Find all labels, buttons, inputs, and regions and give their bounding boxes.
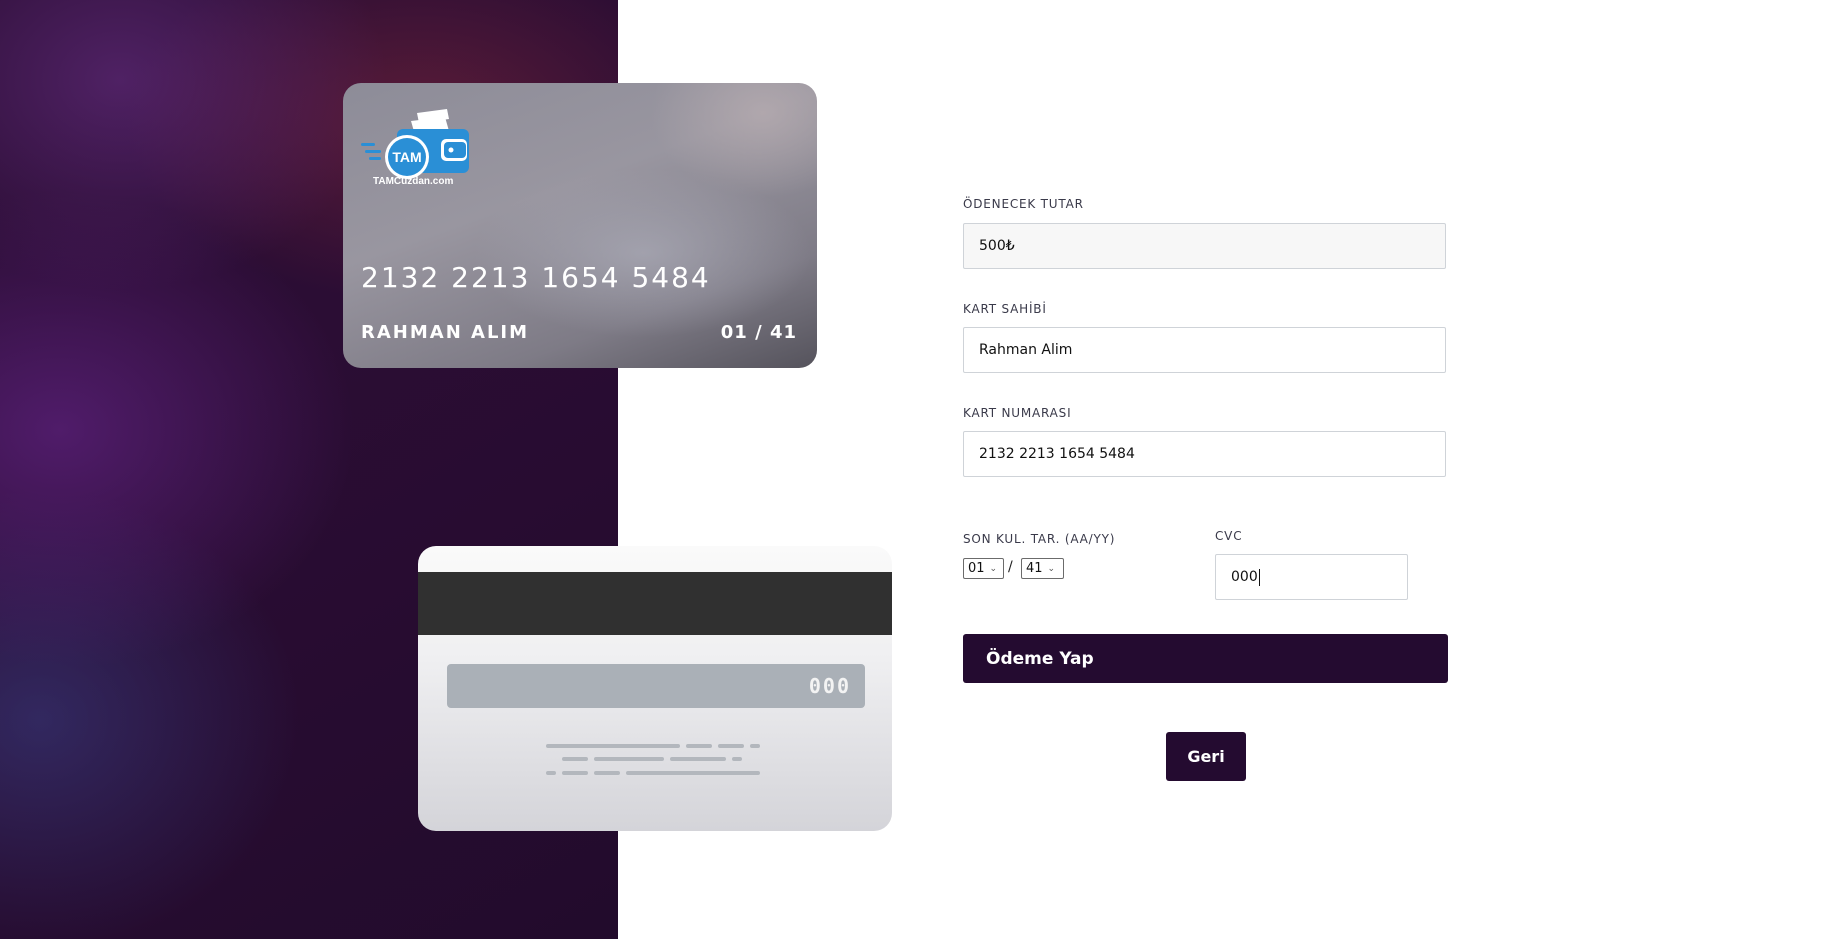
cvc-label: CVC [1215,529,1243,543]
card-number-input[interactable]: 2132 2213 1654 5484 [963,431,1446,477]
back-button[interactable]: Geri [1166,732,1246,781]
amount-label: ÖDENECEK TUTAR [963,197,1084,211]
chevron-down-icon: ⌄ [1047,563,1056,574]
logo-caption: TAMCuzdan.com [373,176,454,187]
card-number-label: KART NUMARASI [963,406,1072,420]
card-number-display: 2132 2213 1654 5484 [361,261,711,294]
logo-text: TAM [392,149,421,165]
text-cursor [1258,568,1260,586]
card-back-preview: 000 [418,546,892,831]
card-front-preview: TAM TAMCuzdan.com 2132 2213 1654 5484 RA… [343,83,817,368]
amount-field[interactable]: 500₺ [963,223,1446,269]
expiry-separator: / [1008,559,1013,575]
cvc-input[interactable]: 000 [1215,554,1408,600]
card-back-text-lines [546,744,760,775]
card-number-value: 2132 2213 1654 5484 [979,446,1135,462]
expiry-year-select[interactable]: 41 ⌄ [1021,558,1064,579]
pay-button[interactable]: Ödeme Yap [963,634,1448,683]
signature-strip: 000 [447,664,865,708]
card-holder-display: RAHMAN ALIM [361,322,530,343]
card-holder-value: Rahman Alim [979,342,1073,358]
magnetic-stripe [418,572,892,635]
expiry-month-select[interactable]: 01 ⌄ [963,558,1004,579]
card-cvc-display: 000 [808,674,851,698]
holder-label: KART SAHİBİ [963,302,1047,316]
card-expiry-display: 01 / 41 [720,322,797,343]
cvc-value: 000 [1231,569,1258,585]
expiry-year-value: 41 [1026,561,1043,576]
chevron-down-icon: ⌄ [989,563,998,574]
expiry-label: SON KUL. TAR. (AA/YY) [963,532,1116,546]
expiry-month-value: 01 [968,561,985,576]
amount-value: 500₺ [979,238,1015,254]
card-holder-input[interactable]: Rahman Alim [963,327,1446,373]
